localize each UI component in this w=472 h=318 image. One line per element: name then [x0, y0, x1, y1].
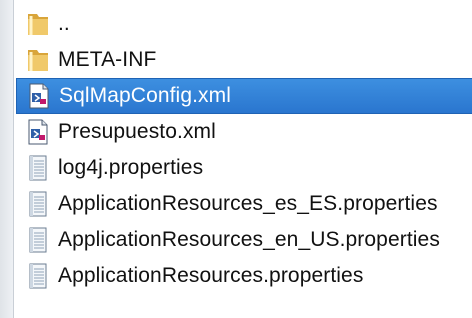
list-item-label: ..: [58, 12, 70, 35]
list-item-appres-en-us[interactable]: ApplicationResources_en_US.properties: [16, 222, 472, 258]
folder-icon: [24, 9, 52, 39]
list-item-meta-inf[interactable]: META-INF: [16, 42, 472, 78]
list-item-log4j[interactable]: log4j.properties: [16, 150, 472, 186]
text-file-icon: [24, 225, 52, 255]
text-file-icon: [24, 189, 52, 219]
list-item-presupuesto[interactable]: Presupuesto.xml: [16, 114, 472, 150]
list-item-label: ApplicationResources_es_ES.properties: [58, 192, 438, 215]
file-browser-panel: .. META-INF SqlMapConfig.xml Presupuesto…: [0, 0, 472, 318]
list-item-sqlmapconfig[interactable]: SqlMapConfig.xml: [16, 78, 472, 114]
list-item-label: ApplicationResources.properties: [58, 264, 364, 287]
list-item-label: ApplicationResources_en_US.properties: [58, 228, 440, 251]
list-item-label: Presupuesto.xml: [58, 120, 216, 143]
list-item-label: log4j.properties: [58, 156, 204, 179]
list-item-appres[interactable]: ApplicationResources.properties: [16, 258, 472, 294]
file-list: .. META-INF SqlMapConfig.xml Presupuesto…: [16, 6, 472, 294]
text-file-icon: [24, 153, 52, 183]
list-item-label: SqlMapConfig.xml: [59, 84, 231, 107]
pane-divider[interactable]: [0, 0, 14, 318]
xml-file-icon: [24, 117, 52, 147]
list-item-appres-es-es[interactable]: ApplicationResources_es_ES.properties: [16, 186, 472, 222]
folder-icon: [24, 45, 52, 75]
list-item-label: META-INF: [58, 48, 157, 71]
text-file-icon: [24, 261, 52, 291]
xml-file-icon: [25, 81, 53, 111]
list-item-parent-folder[interactable]: ..: [16, 6, 472, 42]
